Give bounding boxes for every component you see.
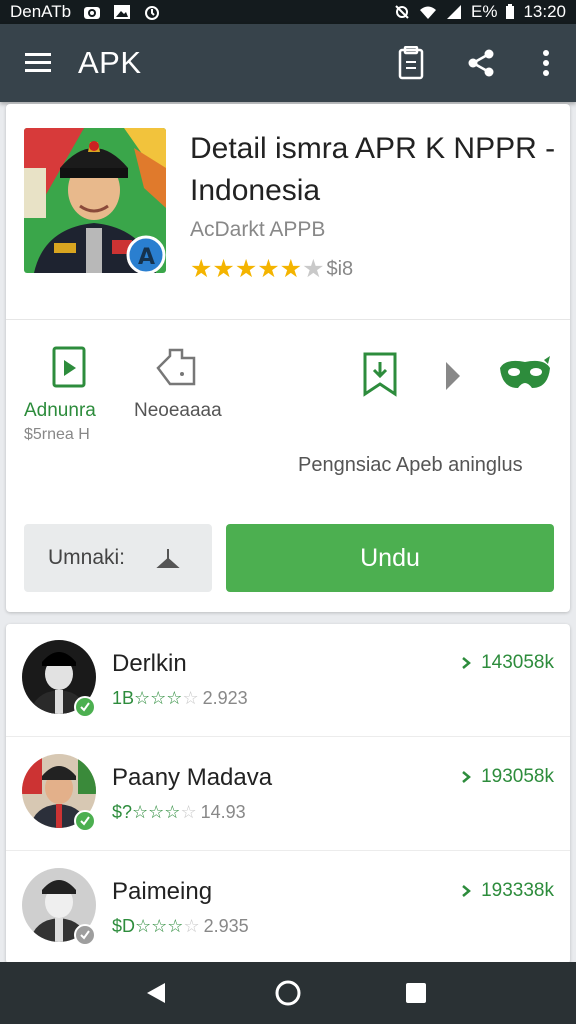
tag-icon: [156, 348, 196, 386]
clipboard-button[interactable]: [376, 24, 446, 102]
divider: [6, 850, 570, 851]
back-icon: [147, 983, 165, 1003]
list-item[interactable]: Paimeing $D ☆☆☆☆ 2.935 193338k: [6, 852, 570, 964]
more-vert-icon: [543, 50, 549, 76]
app-detail-card: A Detail ismra APR K NPPR - Indonesia Ac…: [6, 104, 570, 612]
verified-badge-icon: [74, 696, 96, 718]
list-item-stars: ☆☆☆☆: [132, 802, 197, 822]
mask-icon: [500, 356, 550, 388]
feature-item-3[interactable]: [362, 352, 398, 398]
hamburger-icon: [25, 53, 51, 72]
app-icon[interactable]: A: [24, 128, 166, 273]
feature-label: Neoeaaaa: [134, 400, 222, 421]
list-item-size: 193338k: [481, 880, 554, 901]
recents-button[interactable]: [376, 962, 456, 1024]
officer-portrait-icon: A: [24, 128, 166, 273]
arrow-right-icon: [462, 657, 472, 669]
status-left-text: DenATb: [10, 2, 72, 21]
recents-icon: [406, 983, 426, 1003]
feature-item-2[interactable]: Neoeaaaa: [134, 346, 222, 422]
rating-count: $i8: [326, 257, 354, 280]
feature-item-4[interactable]: [444, 360, 462, 392]
share-button[interactable]: [446, 24, 516, 102]
divider: [6, 736, 570, 737]
list-item-download[interactable]: 193058k: [461, 766, 554, 788]
signal-icon: [446, 5, 461, 19]
status-badge-icon: [74, 924, 96, 946]
rating-row: ★★★★★★ $i8: [190, 254, 353, 284]
home-icon: [275, 980, 301, 1006]
list-item-download[interactable]: 143058k: [461, 652, 554, 674]
battery-icon: [506, 4, 515, 19]
developer-name[interactable]: AcDarkt APPB: [190, 218, 325, 242]
camera-icon: [84, 7, 101, 19]
list-item-download[interactable]: 193338k: [461, 880, 554, 902]
feature-item-1[interactable]: Adnunra $5rnea H: [24, 346, 96, 444]
download-button[interactable]: Undu: [226, 524, 554, 592]
status-bar: DenATb E% 13:20: [0, 0, 576, 24]
list-item-rating: $D ☆☆☆☆ 2.935: [112, 916, 249, 937]
clipboard-icon: [398, 46, 424, 80]
list-item-count: 14.93: [200, 802, 246, 822]
arrow-right-icon: [462, 885, 472, 897]
list-item-lead: $D: [112, 916, 136, 936]
list-item-name: Derlkin: [112, 650, 187, 677]
wifi-icon: [419, 6, 436, 19]
alarm-icon: [145, 6, 160, 20]
share-icon: [468, 49, 494, 77]
home-button[interactable]: [248, 962, 328, 1024]
bookmark-download-icon: [363, 352, 397, 397]
pin-icon: [156, 549, 180, 568]
list-item-name: Paimeing: [112, 878, 213, 905]
list-item-stars: ☆☆☆☆: [135, 916, 200, 936]
feature-item-5[interactable]: [498, 354, 552, 394]
list-item-lead: 1B: [112, 688, 135, 708]
svg-text:A: A: [138, 245, 155, 270]
feature-label: Adnunra: [24, 400, 96, 421]
list-item-count: 2.923: [202, 688, 248, 708]
list-item-size: 143058k: [481, 652, 554, 673]
divider: [6, 319, 570, 320]
file-icon: [52, 346, 86, 388]
list-item-size: 193058k: [481, 766, 554, 787]
verified-badge-icon: [74, 810, 96, 832]
secondary-button-label: Umnaki:: [48, 546, 126, 569]
app-bar-title: APK: [78, 45, 142, 80]
list-item-rating: 1B ☆☆☆☆ 2.923: [112, 688, 248, 709]
list-item-lead: $?: [112, 802, 133, 822]
overflow-menu-button[interactable]: [516, 24, 576, 102]
chevron-right-icon: [446, 362, 460, 390]
image-icon: [114, 5, 131, 19]
related-apps-card: Derlkin 1B ☆☆☆☆ 2.923 143058k Paany Mada…: [6, 624, 570, 964]
app-title: Detail ismra APR K NPPR - Indonesia: [190, 132, 556, 207]
feature-description: Pengnsiac Apeb aninglus: [298, 454, 523, 476]
list-item-count: 2.935: [203, 916, 249, 936]
list-item[interactable]: Derlkin 1B ☆☆☆☆ 2.923 143058k: [6, 624, 570, 736]
app-bar: APK: [0, 24, 576, 102]
menu-button[interactable]: [0, 24, 78, 102]
list-item-rating: $? ☆☆☆☆ 14.93: [112, 802, 246, 823]
feature-sub: $5rnea H: [24, 426, 90, 443]
battery-text: E%: [470, 2, 498, 21]
no-sync-icon: [395, 5, 409, 19]
list-item-name: Paany Madava: [112, 764, 273, 791]
secondary-button[interactable]: Umnaki:: [24, 524, 212, 592]
arrow-right-icon: [462, 771, 472, 783]
system-nav-bar: [0, 962, 576, 1024]
list-item-stars: ☆☆☆☆: [134, 688, 199, 708]
back-button[interactable]: [116, 962, 196, 1024]
list-item[interactable]: Paany Madava $? ☆☆☆☆ 14.93 193058k: [6, 738, 570, 850]
status-time: 13:20: [523, 2, 566, 21]
rating-stars: ★★★★★★: [190, 255, 325, 283]
